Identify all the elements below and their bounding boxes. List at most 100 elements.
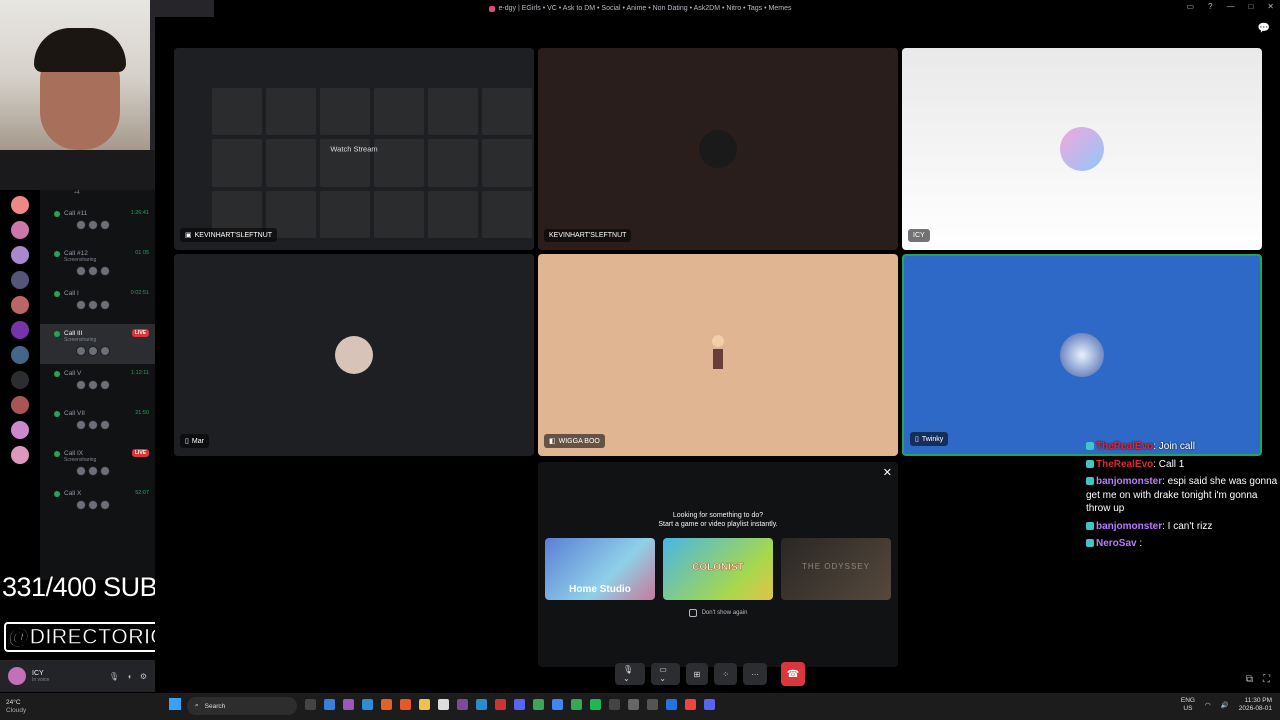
- close-icon[interactable]: ✕: [883, 466, 892, 479]
- language-indicator[interactable]: ENG US: [1181, 697, 1195, 713]
- server-icon[interactable]: [11, 371, 29, 389]
- chat-username: TheRealEvo: [1096, 441, 1154, 452]
- camera-button[interactable]: ▭ ⌄: [651, 663, 680, 685]
- start-button[interactable]: [169, 698, 181, 710]
- mobile-icon: ▯: [185, 438, 189, 445]
- disconnect-button[interactable]: ☎: [781, 662, 805, 686]
- app-icon[interactable]: [514, 699, 525, 710]
- chat-username: banjomonster: [1096, 520, 1163, 532]
- clock[interactable]: 11:30 PM 2026-08-01: [1239, 697, 1272, 713]
- app-icon[interactable]: [533, 699, 544, 710]
- taskbar-apps: [305, 699, 715, 710]
- app-icon[interactable]: [381, 699, 392, 710]
- gear-icon[interactable]: ⚙: [140, 672, 147, 681]
- app-icon[interactable]: [438, 699, 449, 710]
- video-tile[interactable]: Watch Stream ▣ KEVINHART'SLEFTNUT: [174, 48, 534, 250]
- screenshare-button[interactable]: ⊞: [685, 663, 709, 685]
- avatar: [100, 266, 110, 276]
- voice-channel[interactable]: Call #12 Screensharing 01 05: [40, 244, 155, 284]
- server-icon[interactable]: [11, 346, 29, 364]
- channel-name: Call #11: [64, 210, 88, 217]
- app-icon[interactable]: [495, 699, 506, 710]
- voice-channel[interactable]: Call #11 1:26:41: [40, 204, 155, 244]
- server-icon[interactable]: [11, 296, 29, 314]
- server-icon[interactable]: [11, 196, 29, 214]
- app-icon[interactable]: [609, 699, 620, 710]
- server-icon[interactable]: [11, 446, 29, 464]
- app-icon[interactable]: [685, 699, 696, 710]
- voice-channel[interactable]: Call X 52:07: [40, 484, 155, 524]
- app-icon[interactable]: [305, 699, 316, 710]
- server-icon[interactable]: [11, 321, 29, 339]
- microphone-button[interactable]: 🎙 ⌄: [615, 663, 646, 685]
- app-icon[interactable]: [343, 699, 354, 710]
- dont-show-checkbox[interactable]: [688, 609, 697, 617]
- voice-channel[interactable]: Call III Screensharing LIVE: [40, 324, 155, 364]
- help-icon[interactable]: ?: [1208, 2, 1212, 11]
- voice-channel[interactable]: Call I 0:02:51: [40, 284, 155, 324]
- volume-icon[interactable]: 🔊: [1221, 701, 1229, 709]
- channel-name: Call IX: [64, 450, 84, 457]
- maximize-button[interactable]: □: [1248, 2, 1253, 11]
- avatar: [711, 335, 725, 375]
- app-icon[interactable]: [476, 699, 487, 710]
- watch-stream-button[interactable]: Watch Stream: [330, 145, 377, 154]
- server-icon[interactable]: [11, 271, 29, 289]
- avatar: [88, 466, 98, 476]
- username: ICY: [32, 669, 44, 677]
- app-icon[interactable]: [324, 699, 335, 710]
- channel-name: Call VII: [64, 410, 85, 417]
- server-icon[interactable]: [11, 221, 29, 239]
- more-options-button[interactable]: ···: [743, 663, 768, 685]
- app-icon[interactable]: [647, 699, 658, 710]
- avatar: [88, 346, 98, 356]
- video-tile[interactable]: ◧ WIGGA BOO: [538, 254, 898, 456]
- app-icon[interactable]: [590, 699, 601, 710]
- activity-card-colonist[interactable]: COLONIST: [663, 538, 773, 600]
- headphones-icon[interactable]: ◖: [127, 672, 132, 681]
- video-tile[interactable]: ICY: [902, 48, 1262, 250]
- voice-channel[interactable]: Call V 1:12:11: [40, 364, 155, 404]
- activities-button[interactable]: ⁘: [714, 663, 738, 685]
- app-icon[interactable]: [457, 699, 468, 710]
- server-icon[interactable]: [11, 246, 29, 264]
- voice-channel[interactable]: Call IX Screensharing LIVE: [40, 444, 155, 484]
- search-input[interactable]: ⌕ Search: [187, 697, 297, 715]
- app-icon[interactable]: [362, 699, 373, 710]
- avatar: [76, 500, 86, 510]
- server-icon[interactable]: [11, 396, 29, 414]
- system-tray: ENG US ◠ 🔊 11:30 PM 2026-08-01: [1181, 697, 1272, 713]
- app-icon[interactable]: [628, 699, 639, 710]
- close-button[interactable]: ✕: [1267, 2, 1274, 11]
- video-tile[interactable]: KEVINHART'SLEFTNUT: [538, 48, 898, 250]
- app-icon[interactable]: [419, 699, 430, 710]
- activity-card-home-studio[interactable]: Home Studio: [545, 538, 655, 600]
- microphone-icon[interactable]: 🎙: [109, 672, 119, 681]
- popout-icon[interactable]: ⧉: [1246, 674, 1253, 685]
- channel-name: Call #12: [64, 250, 88, 257]
- chat-message: banjomonster: I can't rizz: [1086, 520, 1280, 534]
- server-icon[interactable]: [11, 421, 29, 439]
- weather-widget[interactable]: 24°C Cloudy: [0, 699, 60, 715]
- voice-channel[interactable]: Call VII 21:50: [40, 404, 155, 444]
- app-icon[interactable]: [666, 699, 677, 710]
- badge-icon: [1086, 459, 1094, 468]
- activity-card-the-odyssey[interactable]: THE ODYSSEY: [781, 538, 891, 600]
- dont-show-label: Don't show again: [701, 610, 748, 616]
- search-icon: ⌕: [195, 702, 199, 709]
- video-tile[interactable]: ▯ Mar: [174, 254, 534, 456]
- chat-text: : Join call: [1153, 441, 1195, 452]
- app-icon[interactable]: [571, 699, 582, 710]
- minimize-button[interactable]: —: [1226, 2, 1234, 11]
- app-icon[interactable]: [552, 699, 563, 710]
- speaker-icon: [54, 250, 60, 257]
- fullscreen-icon[interactable]: ⛶: [1263, 674, 1270, 685]
- inbox-icon[interactable]: ▭: [1186, 2, 1194, 11]
- video-tile[interactable]: ▯ Twinky: [902, 254, 1262, 456]
- avatar[interactable]: [8, 667, 26, 685]
- app-icon[interactable]: [704, 699, 715, 710]
- avatar: [76, 420, 86, 430]
- wifi-icon[interactable]: ◠: [1205, 701, 1211, 709]
- chat-icon[interactable]: 💬: [1258, 23, 1270, 34]
- app-icon[interactable]: [400, 699, 411, 710]
